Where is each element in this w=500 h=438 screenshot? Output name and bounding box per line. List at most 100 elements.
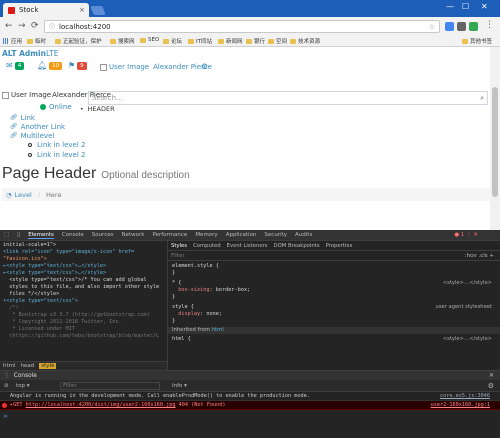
bookmark-item[interactable]: 正起验证，保护 (55, 37, 102, 45)
tab-network[interactable]: Network (121, 232, 144, 238)
close-drawer-button[interactable]: ✕ (489, 372, 494, 379)
device-toolbar-icon[interactable]: ▯ (17, 232, 20, 238)
crumb-html[interactable]: html (3, 363, 16, 369)
bookmark-item[interactable]: 银行 (246, 37, 265, 45)
error-count-badge[interactable]: ● 1 ⋮ ✕ (454, 232, 478, 238)
crumb-head[interactable]: head (21, 363, 35, 369)
console-settings-icon[interactable]: ⚙ (488, 382, 494, 390)
tab-dom-breakpoints[interactable]: DOM Breakpoints (274, 243, 320, 249)
new-tab-button[interactable] (90, 6, 106, 15)
search-icon[interactable]: ⌕ (480, 94, 484, 103)
bookmark-item[interactable]: 空间 (268, 37, 287, 45)
bookmark-star-icon[interactable]: ☆ (429, 23, 435, 31)
gears-icon[interactable]: ⚙ (201, 62, 208, 71)
sidebar-search-input[interactable]: Search... ⌕ (88, 91, 488, 105)
folder-icon (55, 38, 61, 44)
dom-line[interactable]: * Bootstrap v3.3.7 (http://getbootstrap.… (3, 312, 164, 319)
tasks-menu[interactable]: ⚑ 9 (68, 61, 87, 70)
rule-source-link[interactable]: <style>…</style> (443, 280, 492, 287)
page-scrollbar[interactable] (490, 47, 500, 230)
tab-properties[interactable]: Properties (326, 243, 353, 249)
dom-line[interactable]: styles to this file, and also import oth… (3, 284, 164, 291)
close-window-button[interactable]: ✕ (481, 2, 488, 11)
console-prompt[interactable]: > (3, 413, 8, 420)
clear-console-icon[interactable]: ⊘ (4, 383, 9, 389)
reload-button[interactable]: ⟳ (31, 21, 39, 31)
dom-line[interactable]: * Copyright 2011-2016 Twitter, Inc. (3, 319, 164, 326)
tab-styles[interactable]: Styles (171, 243, 187, 249)
tab-console[interactable]: Console (62, 232, 84, 238)
dom-line[interactable]: ▸<style type="text/css">…</style> (3, 263, 164, 270)
tab-memory[interactable]: Memory (195, 232, 217, 238)
crumb-style[interactable]: style (39, 363, 57, 369)
minimize-button[interactable]: — (446, 2, 454, 11)
css-declaration[interactable]: display: none; (172, 311, 496, 318)
notifications-menu[interactable]: 🔔︎ 10 (37, 61, 63, 70)
tab-close-button[interactable]: × (79, 6, 85, 14)
bookmark-item[interactable]: 技术资源 (290, 37, 320, 45)
maximize-button[interactable]: ☐ (462, 2, 469, 11)
back-button[interactable]: ← (5, 21, 13, 31)
styles-filter-input[interactable]: Filter :hov .cls + (168, 251, 500, 261)
dom-line[interactable]: /*! (3, 305, 164, 312)
css-declaration[interactable]: box-sizing: border-box; (172, 287, 496, 294)
breadcrumb-level[interactable]: ◔ Level (6, 191, 32, 199)
console-drawer-tab[interactable]: Console (14, 373, 37, 379)
bookmark-item[interactable]: SEO (140, 37, 159, 43)
bookmark-item[interactable]: IT同站 (188, 37, 212, 45)
extension-icon[interactable] (457, 22, 466, 31)
bookmark-item[interactable]: 搜索网 (110, 37, 135, 45)
dom-line[interactable]: ▸<style type="text/css">…</style> (3, 270, 164, 277)
dom-line[interactable]: initial-scale=1"> (3, 242, 164, 249)
menu-item-multilevel[interactable]: 🔗︎ Multilevel (10, 131, 86, 140)
dom-line[interactable]: ▾<style type="text/css"> (3, 298, 164, 305)
error-url-link[interactable]: http://localhost:4200/dist/img/user2-160… (26, 402, 176, 408)
submenu-item[interactable]: Link in level 2 (28, 140, 86, 150)
online-status[interactable]: Online (40, 103, 72, 111)
dom-line[interactable]: files */</style> (3, 291, 164, 298)
dom-line[interactable]: <link rel="icon" type="image/x-icon" hre… (3, 249, 164, 256)
app-logo[interactable]: ALT AdminLTE (2, 49, 58, 58)
tab-security[interactable]: Security (264, 232, 287, 238)
bookmark-item[interactable]: 临时 (27, 37, 46, 45)
tab-application[interactable]: Application (226, 232, 257, 238)
menu-item-link[interactable]: 🔗︎ Link (10, 113, 86, 122)
extension-icon[interactable] (469, 22, 478, 31)
extension-icon[interactable] (445, 22, 454, 31)
log-level-select[interactable]: Info ▾ (172, 383, 187, 389)
tab-event-listeners[interactable]: Event Listeners (227, 243, 268, 249)
tab-performance[interactable]: Performance (152, 232, 187, 238)
tab-sources[interactable]: Sources (92, 232, 114, 238)
user-menu[interactable]: User Image Alexander Pierce (100, 63, 212, 71)
tab-audits[interactable]: Audits (295, 232, 312, 238)
tab-computed[interactable]: Computed (193, 243, 221, 249)
console-filter-input[interactable]: Filter (60, 381, 160, 390)
menu-item-another-link[interactable]: 🔗︎ Another Link (10, 122, 86, 131)
menu-icon[interactable]: ⋮ (485, 20, 494, 30)
bookmark-other[interactable]: 其他书签 (462, 37, 492, 45)
message-source-link[interactable]: core.es5.js:3046 (440, 392, 490, 401)
hov-cls-toggle[interactable]: :hov .cls + (465, 253, 494, 259)
tab-elements[interactable]: Elements (28, 232, 54, 239)
bookmark-item[interactable]: 新闻网 (218, 37, 243, 45)
drawer-menu-icon[interactable]: ⋮ (4, 373, 10, 379)
bullet-circle-icon (28, 143, 32, 147)
messages-menu[interactable]: ✉ 4 (6, 61, 25, 70)
dom-line[interactable]: "favicon.ico"> (3, 256, 164, 263)
browser-tab[interactable]: Stock × (3, 3, 89, 17)
bookmark-apps[interactable]: 应用 (3, 37, 22, 45)
address-bar[interactable]: ⓘ localhost:4200 ☆ (44, 20, 440, 33)
inspect-icon[interactable]: ⬚ (4, 232, 9, 238)
dom-line[interactable]: * Licensed under MIT (3, 326, 164, 333)
forward-button[interactable]: → (18, 21, 26, 31)
elements-tree[interactable]: initial-scale=1"> <link rel="icon" type=… (0, 241, 167, 361)
context-select[interactable]: top ▾ (16, 383, 30, 389)
rule-source-link[interactable]: <style>…</style> (443, 336, 492, 343)
bookmark-item[interactable]: 论坛 (163, 37, 182, 45)
message-source-link[interactable]: user2-160x160.jpg:1 (431, 401, 490, 410)
dom-line[interactable]: <style type="text/css">/* You can add gl… (3, 277, 164, 284)
bell-icon: 🔔︎ (37, 61, 48, 70)
submenu-item[interactable]: Link in level 2 (28, 150, 86, 160)
dom-line[interactable]: (https://github.com/twbs/bootstrap/blob/… (3, 333, 164, 340)
scrollbar-thumb[interactable] (492, 87, 498, 197)
